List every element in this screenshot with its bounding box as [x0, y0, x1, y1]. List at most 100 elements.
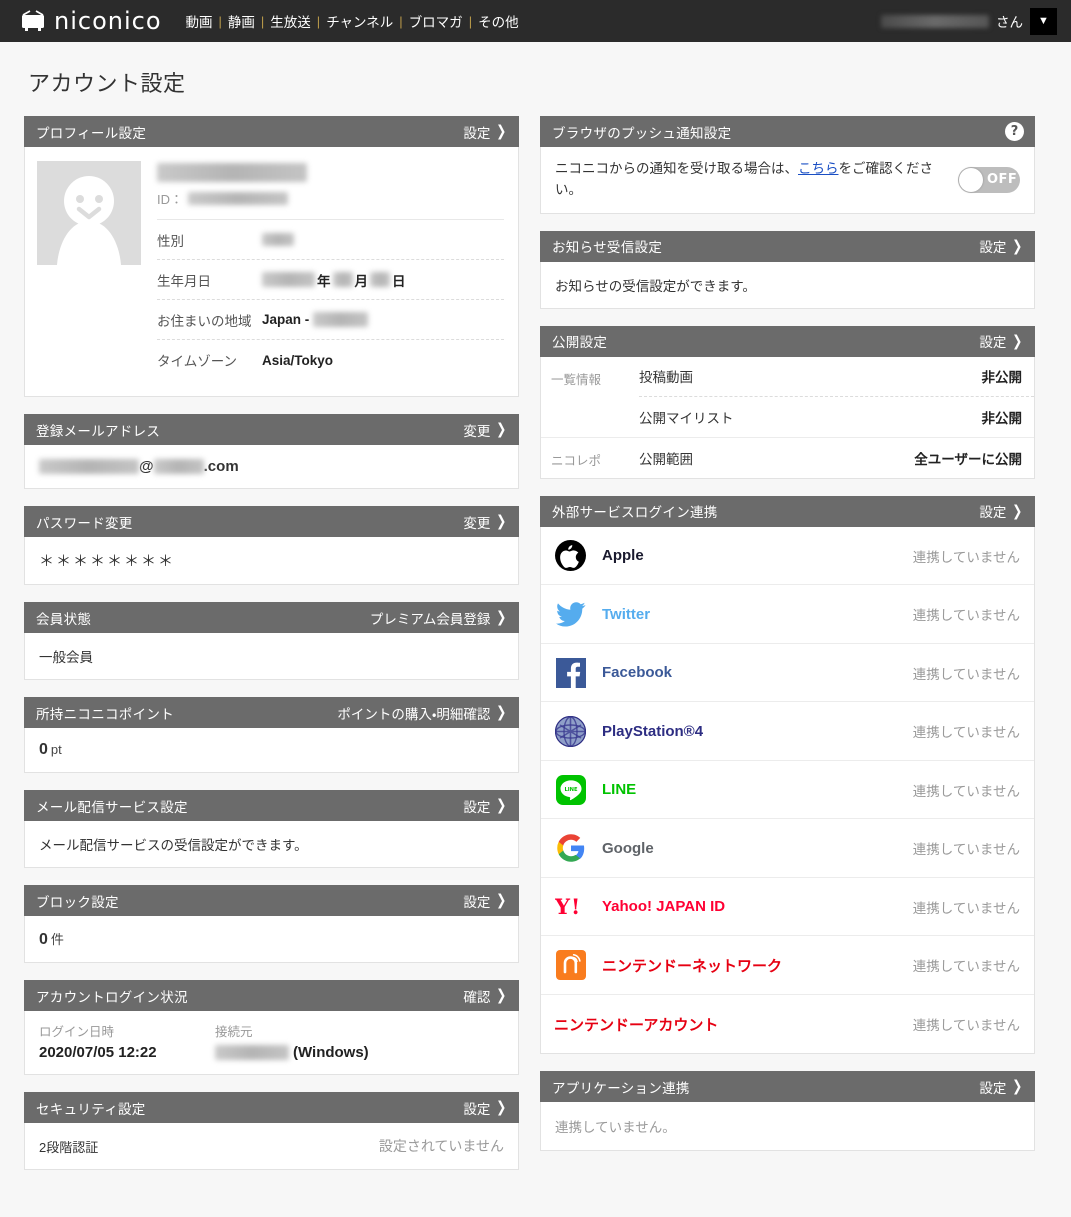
chevron-right-icon: ❯ — [496, 704, 507, 721]
action-label: 変更 — [463, 515, 491, 531]
service-row-nintendo-network[interactable]: ニンテンドーネットワーク 連携していません — [541, 936, 1034, 995]
service-status: 連携していません — [912, 549, 1020, 565]
region-country: Japan - — [262, 312, 310, 327]
nav-link-channel[interactable]: チャンネル — [320, 11, 399, 31]
login-status-confirm-link[interactable]: 確認 ❯ — [463, 986, 508, 1006]
login-source-block: 接続元 (Windows) — [215, 1021, 369, 1061]
points-unit: pt — [50, 742, 62, 757]
profile-id-redacted — [188, 192, 289, 205]
card-body: 一覧情報 投稿動画 非公開 公開マイリスト 非公開 ニコレポ 公開範囲 全ユーザ… — [540, 356, 1035, 479]
card-header: ブロック設定 設定 ❯ — [24, 885, 519, 916]
row-value: 全ユーザーに公開 — [914, 451, 1022, 467]
security-settings-link[interactable]: 設定 ❯ — [463, 1098, 508, 1118]
username-redacted — [881, 14, 989, 28]
action-label: 設定 — [979, 1080, 1007, 1096]
nav-link-video[interactable]: 動画 — [180, 11, 219, 31]
card-header: パスワード変更 変更 ❯ — [24, 506, 519, 537]
public-group-nicorepo: ニコレポ 公開範囲 全ユーザーに公開 — [541, 438, 1034, 478]
password-change-link[interactable]: 変更 ❯ — [463, 512, 508, 532]
service-row-google[interactable]: Google 連携していません — [541, 819, 1034, 878]
card-header: メール配信サービス設定 設定 ❯ — [24, 790, 519, 821]
two-factor-label: 2段階認証 — [39, 1139, 99, 1155]
card-public-settings: 公開設定 設定 ❯ 一覧情報 投稿動画 非公開 公開マイリスト 非公開 ニコレポ… — [540, 325, 1035, 479]
service-name: Yahoo! JAPAN ID — [602, 898, 726, 916]
service-row-playstation4[interactable]: PlayStation®4 連携していません — [541, 702, 1034, 761]
chevron-right-icon: ❯ — [496, 421, 507, 438]
nav-link-other[interactable]: その他 — [472, 11, 525, 31]
profile-settings-link[interactable]: 設定 ❯ — [463, 122, 508, 142]
card-body: ID： 性別 生年月日 年 月 日 お住まいの地域 Japan - タイムゾーン… — [24, 147, 519, 397]
profile-nickname-redacted — [157, 163, 307, 182]
application-link-settings-link[interactable]: 設定 ❯ — [979, 1077, 1024, 1097]
service-row-facebook[interactable]: Facebook 連携していません — [541, 643, 1034, 703]
card-title: 登録メールアドレス — [36, 423, 161, 439]
external-settings-link[interactable]: 設定 ❯ — [979, 501, 1024, 521]
card-profile-settings: プロフィール設定 設定 ❯ ID： 性別 生年月日 年 月 日 お住まいの地域 … — [24, 116, 519, 397]
row-value: Asia/Tokyo — [262, 352, 334, 368]
nav-link-blomaga[interactable]: ブロマガ — [403, 11, 469, 31]
card-password: パスワード変更 変更 ❯ ＊＊＊＊＊＊＊＊ — [24, 506, 519, 585]
action-label: 確認 — [463, 989, 491, 1005]
membership-status: 一般会員 — [39, 650, 93, 665]
card-mail-service: メール配信サービス設定 設定 ❯ メール配信サービスの受信設定ができます。 — [24, 790, 519, 868]
action-label: ポイントの購入・明細確認 — [337, 706, 491, 722]
tv-icon-svg — [22, 10, 44, 31]
service-row-line[interactable]: LINE LINE 連携していません — [541, 760, 1034, 820]
premium-register-link[interactable]: プレミアム会員登録 ❯ — [370, 608, 508, 628]
profile-id-label: ID： — [157, 192, 184, 207]
card-security-settings: セキュリティ設定 設定 ❯ 2段階認証 設定されていません — [24, 1092, 519, 1170]
group-category-label: ニコレポ — [551, 453, 602, 468]
card-title: パスワード変更 — [36, 515, 133, 531]
profile-row-birthday: 生年月日 年 月 日 — [157, 260, 504, 300]
push-toggle[interactable]: OFF — [958, 166, 1020, 193]
service-status: 連携していません — [912, 666, 1020, 682]
service-row-twitter[interactable]: Twitter 連携していません — [541, 585, 1034, 644]
card-title: アプリケーション連携 — [552, 1080, 690, 1096]
email-tld: .com — [203, 458, 239, 475]
push-help-link[interactable]: こちら — [798, 161, 839, 176]
card-login-status: アカウントログイン状況 確認 ❯ ログイン日時 2020/07/05 12:22… — [24, 980, 519, 1075]
service-status: 連携していません — [912, 725, 1020, 741]
email-change-link[interactable]: 変更 ❯ — [463, 420, 508, 440]
service-row-apple[interactable]: Apple 連携していません — [541, 526, 1034, 586]
email-local-redacted — [39, 459, 139, 474]
service-row-nintendo-account[interactable]: ニンテンドーアカウント 連携していません — [541, 994, 1034, 1054]
notice-description: お知らせの受信設定ができます。 — [555, 278, 756, 294]
chevron-right-icon: ❯ — [1012, 237, 1023, 255]
card-push-notification: ブラウザのプッシュ通知設定 ? ニコニコからの通知を受け取る場合は、こちらをご確… — [540, 116, 1035, 214]
points-value: 0 — [39, 741, 48, 758]
points-purchase-link[interactable]: ポイントの購入・明細確認 ❯ — [337, 703, 508, 723]
password-mask: ＊＊＊＊＊＊＊＊ — [39, 553, 176, 570]
nav-link-live[interactable]: 生放送 — [264, 11, 317, 31]
service-row-yahoo-japan[interactable]: Y ! Yahoo! JAPAN ID 連携していません — [541, 877, 1034, 937]
row-value: 非公開 — [981, 370, 1023, 386]
action-label: 設定 — [463, 125, 491, 141]
help-icon[interactable]: ? — [1005, 122, 1024, 141]
row-value — [262, 233, 294, 246]
public-settings-link[interactable]: 設定 ❯ — [979, 331, 1024, 351]
user-menu[interactable]: さん ▼ — [881, 7, 1061, 35]
card-header: プロフィール設定 設定 ❯ — [24, 116, 519, 147]
login-source-label: 接続元 — [215, 1025, 253, 1039]
login-datetime-value: 2020/07/05 12:22 — [39, 1044, 157, 1061]
block-settings-link[interactable]: 設定 ❯ — [463, 891, 508, 911]
two-factor-status: 設定されていません — [378, 1138, 504, 1154]
nav-link-seiga[interactable]: 静画 — [222, 11, 261, 31]
toggle-knob — [959, 167, 983, 192]
card-application-link: アプリケーション連携 設定 ❯ 連携していません。 — [540, 1071, 1035, 1152]
avatar[interactable] — [37, 161, 141, 265]
tv-icon — [20, 10, 46, 32]
card-body: ニコニコからの通知を受け取る場合は、こちらをご確認ください。 OFF — [540, 147, 1035, 214]
action-label: 変更 — [463, 423, 491, 439]
notice-settings-link[interactable]: 設定 ❯ — [979, 236, 1024, 256]
line-icon: LINE — [554, 773, 587, 806]
avatar-placeholder-icon — [57, 176, 121, 265]
service-name: LINE — [602, 781, 637, 799]
card-header: 所持ニコニコポイント ポイントの購入・明細確認 ❯ — [24, 697, 519, 728]
mail-service-settings-link[interactable]: 設定 ❯ — [463, 796, 508, 816]
chevron-down-icon[interactable]: ▼ — [1030, 7, 1057, 35]
niconico-logo[interactable]: niconico — [20, 9, 162, 33]
toggle-state-label: OFF — [987, 172, 1018, 188]
card-notice-settings: お知らせ受信設定 設定 ❯ お知らせの受信設定ができます。 — [540, 230, 1035, 309]
card-body: 2段階認証 設定されていません — [24, 1123, 519, 1170]
